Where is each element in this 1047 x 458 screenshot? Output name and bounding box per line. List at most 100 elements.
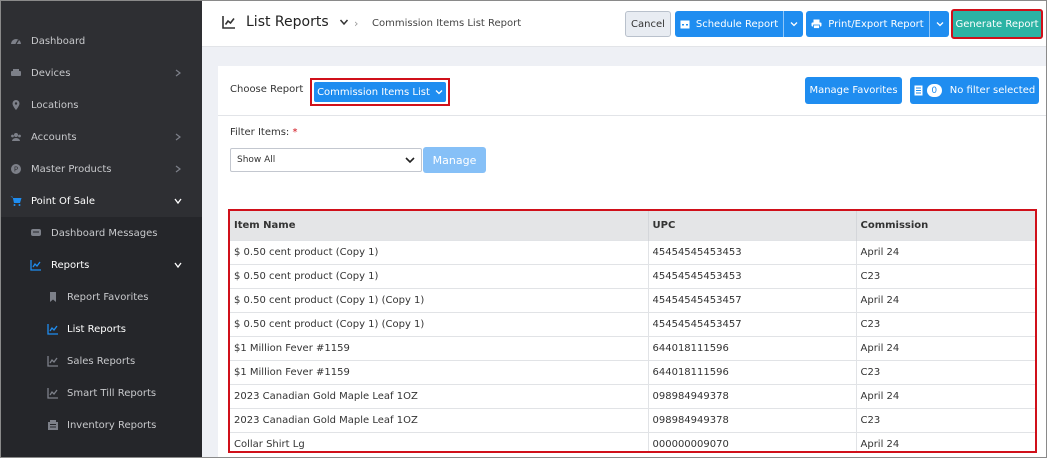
- sidebar-item-inventory-reports[interactable]: Inventory Reports: [1, 409, 202, 441]
- filter-status-button[interactable]: 0 No filter selected: [910, 77, 1039, 104]
- cell-upc: 45454545453453: [648, 239, 857, 264]
- cell-item-name: $ 0.50 cent product (Copy 1) (Copy 1): [230, 311, 649, 336]
- cart-icon: [9, 194, 23, 208]
- breadcrumb: Commission Items List Report: [372, 18, 522, 29]
- cell-upc: 644018111596: [648, 359, 857, 384]
- breadcrumb-separator-icon: ›: [354, 17, 359, 30]
- schedule-report-dropdown-toggle[interactable]: [783, 11, 803, 37]
- schedule-report-main[interactable]: Schedule Report: [675, 11, 783, 37]
- cell-item-name: Collar Shirt Lg: [230, 431, 649, 451]
- table-row: $ 0.50 cent product (Copy 1) 454545454534…: [230, 263, 1035, 288]
- printer-icon: [811, 19, 822, 29]
- chevron-right-icon: [175, 69, 181, 77]
- sidebar: Dashboard Devices Locations Accounts P M…: [1, 1, 202, 457]
- sidebar-item-sales-reports[interactable]: Sales Reports: [1, 345, 202, 377]
- schedule-report-button[interactable]: Schedule Report: [675, 11, 803, 37]
- chevron-down-icon: [174, 198, 182, 205]
- required-marker: *: [292, 127, 298, 138]
- sidebar-item-list-reports[interactable]: List Reports: [1, 313, 202, 345]
- filter-status-label: No filter selected: [949, 85, 1036, 96]
- svg-text:P: P: [14, 166, 18, 174]
- chart-icon: [46, 386, 60, 400]
- filter-items-select-value: Show All: [237, 155, 276, 165]
- sidebar-item-label: Accounts: [31, 131, 77, 143]
- sidebar-item-devices[interactable]: Devices: [1, 57, 202, 89]
- sidebar-item-dashboard[interactable]: Dashboard: [1, 25, 202, 57]
- sidebar-item-label: Devices: [31, 67, 71, 79]
- sidebar-item-label: Dashboard: [31, 35, 86, 47]
- report-select-button[interactable]: Commission Items List: [314, 82, 446, 102]
- app-window: Dashboard Devices Locations Accounts P M…: [0, 0, 1047, 458]
- manage-favorites-button[interactable]: Manage Favorites: [805, 77, 902, 104]
- chevron-right-icon: [175, 133, 181, 141]
- cell-commission: C23: [856, 263, 1035, 288]
- manage-button[interactable]: Manage: [423, 147, 486, 173]
- sidebar-item-reports[interactable]: Reports: [1, 249, 202, 281]
- message-icon: [29, 226, 43, 240]
- print-export-main[interactable]: Print/Export Report: [806, 11, 929, 37]
- sidebar-item-master-products[interactable]: P Master Products: [1, 153, 202, 185]
- dashboard-icon: [9, 34, 23, 48]
- filter-items-text: Filter Items:: [230, 127, 290, 138]
- sidebar-item-label: Smart Till Reports: [67, 387, 157, 399]
- cell-commission: April 24: [856, 335, 1035, 360]
- sidebar-item-smart-till-reports[interactable]: Smart Till Reports: [1, 377, 202, 409]
- cell-commission: April 24: [856, 383, 1035, 408]
- choose-report-label: Choose Report: [230, 84, 304, 95]
- cell-commission: C23: [856, 311, 1035, 336]
- report-panel: Choose Report Commission Items List Mana…: [218, 66, 1046, 457]
- cell-upc: 644018111596: [648, 335, 857, 360]
- table-row: $ 0.50 cent product (Copy 1) (Copy 1) 454…: [230, 311, 1035, 336]
- page-header: List Reports › Commission Items List Rep…: [202, 1, 1046, 47]
- column-header-commission[interactable]: Commission: [856, 211, 1035, 240]
- report-table-container: Item Name UPC Commission $ 0.50 cent pro…: [228, 209, 1037, 453]
- sidebar-item-label: Sales Reports: [67, 355, 136, 367]
- column-header-upc[interactable]: UPC: [648, 211, 857, 240]
- sidebar-item-label: Reports: [51, 259, 90, 271]
- filter-items-select[interactable]: Show All: [230, 148, 422, 172]
- sidebar-item-label: Locations: [31, 99, 79, 111]
- report-select-dropdown[interactable]: Commission Items List: [310, 78, 450, 106]
- column-header-item-name[interactable]: Item Name: [230, 211, 649, 240]
- cell-item-name: $1 Million Fever #1159: [230, 359, 649, 384]
- print-export-button[interactable]: Print/Export Report: [806, 11, 949, 37]
- table-row: $1 Million Fever #1159 644018111596 C23: [230, 359, 1035, 384]
- cell-commission: C23: [856, 407, 1035, 432]
- cell-item-name: $ 0.50 cent product (Copy 1) (Copy 1): [230, 287, 649, 312]
- sidebar-item-dashboard-messages[interactable]: Dashboard Messages: [1, 217, 202, 249]
- chevron-down-icon: [936, 22, 943, 27]
- sidebar-item-label: Dashboard Messages: [51, 227, 158, 239]
- table-header-row: Item Name UPC Commission: [230, 211, 1035, 240]
- cell-upc: 45454545453457: [648, 287, 857, 312]
- sidebar-item-accounts[interactable]: Accounts: [1, 121, 202, 153]
- cell-commission: April 24: [856, 239, 1035, 264]
- table-row: Collar Shirt Lg 000000009070 April 24: [230, 431, 1035, 451]
- sidebar-item-label: Master Products: [31, 163, 112, 175]
- print-export-label: Print/Export Report: [828, 18, 924, 30]
- table-row: 2023 Canadian Gold Maple Leaf 1OZ 0989849…: [230, 383, 1035, 408]
- cell-item-name: $ 0.50 cent product (Copy 1): [230, 239, 649, 264]
- cell-upc: 45454545453453: [648, 263, 857, 288]
- point-of-sale-submenu: Dashboard Messages Reports Report Favori…: [1, 217, 202, 457]
- cell-commission: April 24: [856, 431, 1035, 451]
- table-row: $ 0.50 cent product (Copy 1) (Copy 1) 454…: [230, 287, 1035, 312]
- product-icon: P: [9, 162, 23, 176]
- inventory-icon: [46, 418, 60, 432]
- sidebar-item-report-favorites[interactable]: Report Favorites: [1, 281, 202, 313]
- cell-commission: April 24: [856, 287, 1035, 312]
- report-toolbar: Choose Report Commission Items List Mana…: [218, 66, 1046, 116]
- chart-icon: [46, 322, 60, 336]
- chevron-down-icon: [435, 90, 443, 95]
- print-export-dropdown-toggle[interactable]: [929, 11, 949, 37]
- filter-items-label: Filter Items: *: [230, 127, 297, 138]
- cancel-button[interactable]: Cancel: [625, 11, 671, 37]
- cell-upc: 000000009070: [648, 431, 857, 451]
- chart-icon: [29, 258, 43, 272]
- cell-commission: C23: [856, 359, 1035, 384]
- sidebar-item-point-of-sale[interactable]: Point Of Sale: [1, 185, 202, 217]
- sidebar-item-label: Inventory Reports: [67, 419, 157, 431]
- main-content: Choose Report Commission Items List Mana…: [202, 47, 1046, 457]
- sidebar-item-locations[interactable]: Locations: [1, 89, 202, 121]
- generate-report-button[interactable]: Generate Report: [951, 9, 1043, 39]
- page-title-dropdown[interactable]: List Reports: [222, 14, 349, 30]
